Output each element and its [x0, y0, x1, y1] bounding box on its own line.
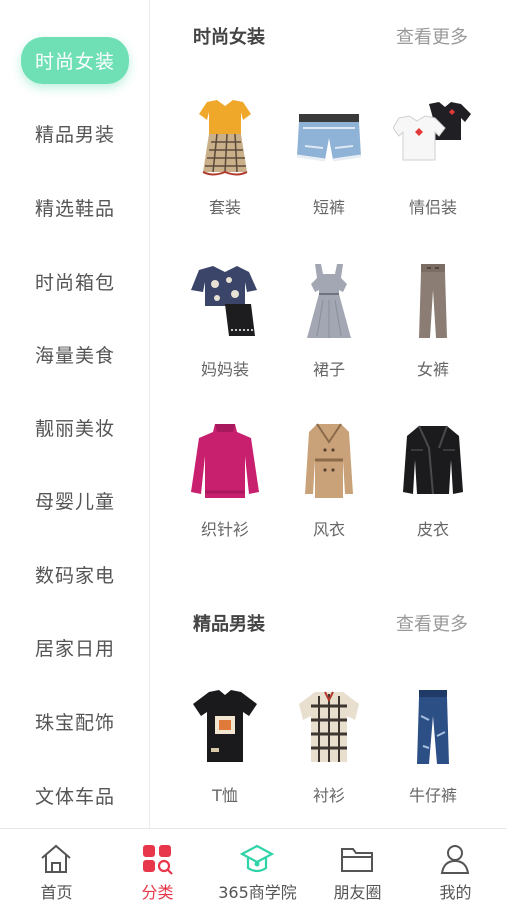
product-label: 风衣 — [312, 520, 345, 539]
tab-label: 首页 — [40, 883, 73, 900]
sweater-icon — [191, 424, 259, 498]
product-label: 裙子 — [312, 360, 345, 379]
product-category-item[interactable]: 衬衫 — [274, 686, 384, 806]
sidebar-item-bags[interactable]: 时尚箱包 — [0, 259, 150, 303]
product-category-item[interactable]: 织针衫 — [170, 420, 280, 540]
outfit-set-icon — [199, 100, 251, 176]
sidebar-item-label: 精品男装 — [34, 123, 115, 146]
tab-label: 分类 — [141, 883, 174, 900]
product-category-item[interactable]: 情侣装 — [378, 98, 488, 218]
tab-label: 365商学院 — [218, 883, 297, 900]
product-category-item[interactable]: 风衣 — [274, 420, 384, 540]
product-label: 女裤 — [416, 360, 449, 379]
product-label: 皮衣 — [416, 520, 449, 539]
sidebar-item-fashion-women[interactable]: 时尚女装 — [0, 36, 150, 84]
product-label: 牛仔裤 — [408, 786, 457, 805]
product-label: 套装 — [208, 198, 241, 217]
sidebar-item-baby[interactable]: 母婴儿童 — [0, 478, 150, 522]
product-label: 情侣装 — [408, 198, 457, 217]
sidebar-item-men[interactable]: 精品男装 — [0, 111, 150, 155]
jeans-icon — [417, 690, 449, 764]
dress-icon — [307, 264, 351, 338]
product-category-item[interactable]: 牛仔裤 — [378, 686, 488, 806]
product-category-item[interactable]: 裙子 — [274, 260, 384, 380]
sidebar-item-label: 居家日用 — [34, 637, 115, 660]
category-sidebar: 时尚女装 精品男装 精选鞋品 时尚箱包 海量美食 靓丽美妆 母婴儿童 数码家电 … — [0, 0, 150, 828]
folder-icon — [341, 848, 373, 872]
sidebar-item-label: 文体车品 — [34, 785, 115, 808]
section-title: 精品男装 — [193, 614, 265, 635]
see-more-link[interactable]: 查看更多 — [396, 23, 468, 49]
product-category-item[interactable]: 短裤 — [274, 98, 384, 218]
graduation-cap-icon — [240, 844, 274, 873]
sidebar-item-sports[interactable]: 文体车品 — [0, 773, 150, 817]
product-label: 织针衫 — [200, 520, 249, 539]
denim-shorts-icon — [296, 114, 362, 162]
product-category-item[interactable]: T恤 — [170, 686, 280, 806]
category-icon — [143, 845, 173, 875]
mom-outfit-icon — [191, 266, 257, 336]
sidebar-item-label: 数码家电 — [34, 564, 115, 587]
sidebar-item-shoes[interactable]: 精选鞋品 — [0, 185, 150, 229]
tab-label: 我的 — [439, 883, 472, 900]
trousers-icon — [419, 264, 447, 338]
tab-academy[interactable]: 365商学院 — [207, 829, 308, 900]
sidebar-item-label: 海量美食 — [34, 344, 115, 367]
tab-mine[interactable]: 我的 — [405, 829, 506, 900]
couple-tshirts-icon — [393, 102, 471, 161]
sidebar-item-label: 母婴儿童 — [34, 490, 115, 513]
section-header-men: 精品男装 查看更多 — [151, 610, 506, 640]
product-label: 衬衫 — [312, 786, 345, 805]
see-more-link[interactable]: 查看更多 — [396, 610, 468, 636]
section-title: 时尚女装 — [193, 27, 265, 48]
product-category-item[interactable]: 皮衣 — [378, 420, 488, 540]
leather-jacket-icon — [403, 425, 463, 495]
product-category-item[interactable]: 女裤 — [378, 260, 488, 380]
user-icon — [440, 845, 470, 874]
category-content: 时尚女装 查看更多 套装 短裤 情侣装 妈妈装 裙子 女裤 织针衫 风衣 皮衣 … — [151, 0, 506, 828]
sidebar-item-label: 时尚箱包 — [34, 271, 115, 294]
plaid-shirt-icon — [299, 691, 359, 762]
sidebar-item-home[interactable]: 居家日用 — [0, 625, 150, 669]
bottom-tab-bar: 首页 分类 365商学院 朋友圈 我的 — [0, 828, 506, 900]
sidebar-item-label: 时尚女装 — [20, 36, 129, 84]
home-icon — [41, 844, 71, 873]
product-label: 妈妈装 — [200, 360, 249, 379]
product-label: 短裤 — [312, 198, 345, 217]
tab-moments[interactable]: 朋友圈 — [307, 829, 408, 900]
tab-label: 朋友圈 — [333, 883, 382, 900]
tab-home[interactable]: 首页 — [6, 829, 107, 900]
section-header-women: 时尚女装 查看更多 — [151, 23, 506, 53]
sidebar-item-label: 精选鞋品 — [34, 197, 115, 220]
sidebar-item-label: 靓丽美妆 — [34, 417, 115, 440]
product-category-item[interactable]: 妈妈装 — [170, 260, 280, 380]
product-label: T恤 — [212, 786, 238, 805]
sidebar-item-food[interactable]: 海量美食 — [0, 332, 150, 376]
trench-coat-icon — [305, 423, 353, 498]
tab-category[interactable]: 分类 — [107, 829, 208, 900]
product-category-item[interactable]: 套装 — [170, 98, 280, 218]
sidebar-item-electronics[interactable]: 数码家电 — [0, 552, 150, 596]
tshirt-icon — [193, 690, 257, 762]
sidebar-item-label: 珠宝配饰 — [34, 711, 115, 734]
sidebar-item-jewelry[interactable]: 珠宝配饰 — [0, 699, 150, 743]
sidebar-item-beauty[interactable]: 靓丽美妆 — [0, 405, 150, 449]
